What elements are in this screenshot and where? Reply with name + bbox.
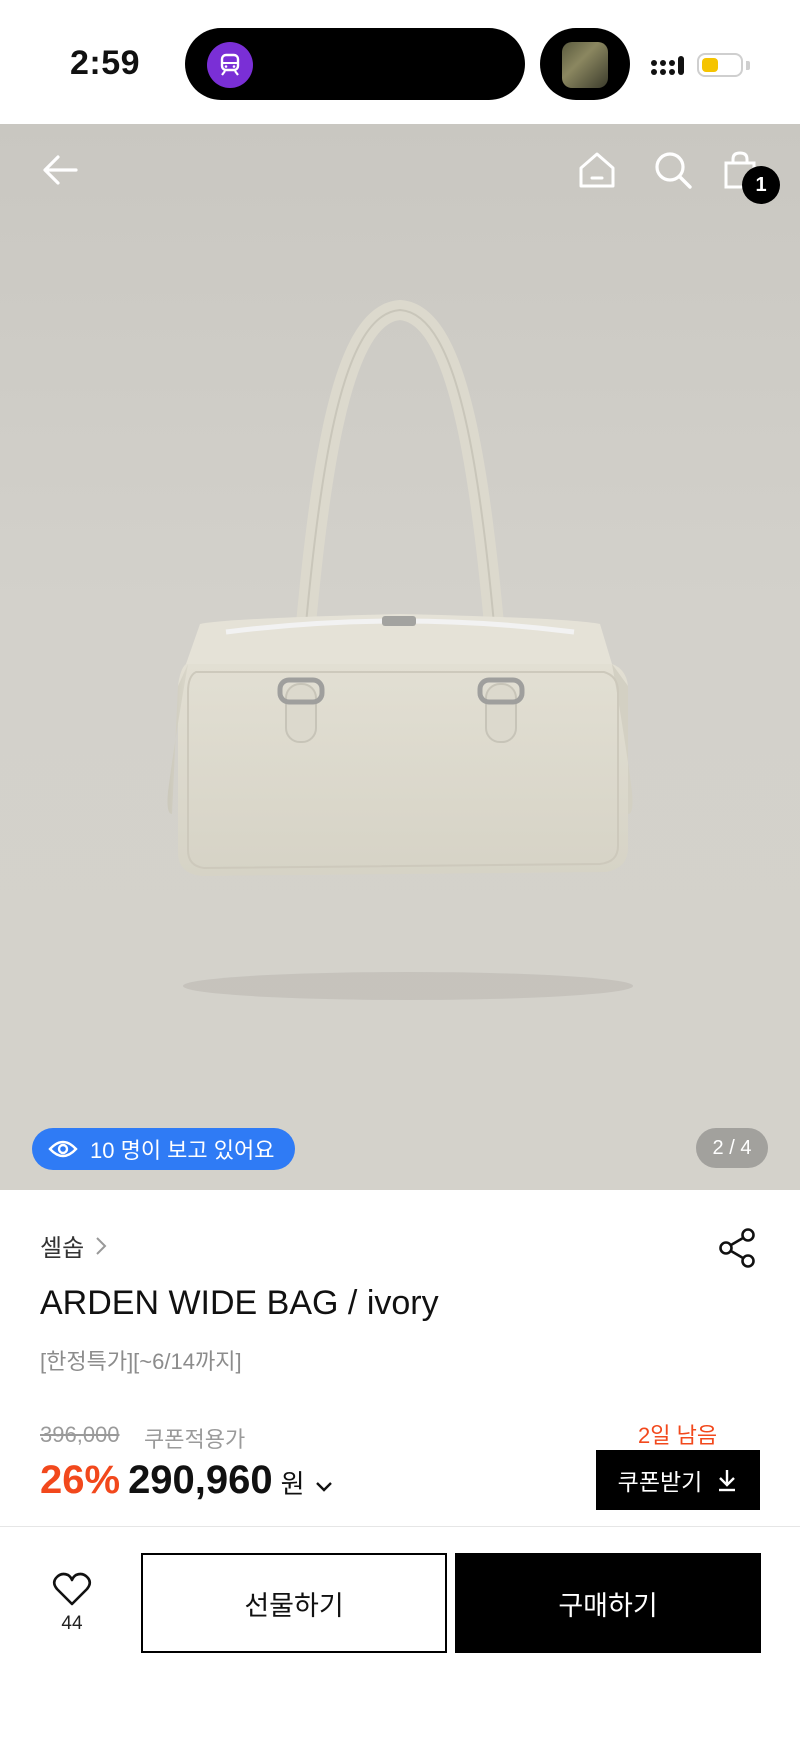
days-left-text: 2일 남음 <box>638 1423 718 1448</box>
train-icon <box>207 42 253 88</box>
status-bar: 2:59 <box>0 0 800 124</box>
battery-icon <box>697 53 743 77</box>
album-art <box>562 42 608 88</box>
home-icon <box>579 152 615 188</box>
coupon-price-label: 쿠폰적용가 <box>144 1427 246 1452</box>
product-title: ARDEN WIDE BAG / ivory <box>40 1284 439 1322</box>
sale-price: 290,960 <box>128 1458 273 1502</box>
brand-link[interactable]: 셀솝 <box>40 1228 108 1263</box>
chevron-down-icon[interactable] <box>315 1481 333 1493</box>
original-price: 396,000 <box>40 1422 120 1447</box>
product-image-carousel[interactable]: 1 10 명이 보고 있어요 2 / 4 <box>0 124 800 1190</box>
cart-count-badge: 1 <box>742 166 780 204</box>
dynamic-island[interactable] <box>185 28 525 100</box>
product-info: 셀솝 ARDEN WIDE BAG / ivory [한정특가][~6/14까지… <box>0 1190 800 1526</box>
viewers-badge: 10 명이 보고 있어요 <box>32 1128 295 1170</box>
search-icon <box>655 152 692 189</box>
signal-icon <box>651 56 684 75</box>
gift-button[interactable]: 선물하기 <box>141 1553 447 1653</box>
like-button[interactable]: 44 <box>40 1571 104 1635</box>
buy-button[interactable]: 구매하기 <box>455 1553 761 1653</box>
brand-name: 셀솝 <box>40 1235 85 1262</box>
viewers-text: 10 명이 보고 있어요 <box>90 1138 275 1163</box>
download-coupon-button[interactable]: 쿠폰받기 <box>596 1450 760 1510</box>
search-button[interactable] <box>645 142 701 198</box>
like-count: 44 <box>61 1613 83 1634</box>
product-subtitle: [한정특가][~6/14까지] <box>40 1349 242 1374</box>
download-icon <box>719 1470 736 1492</box>
eye-icon <box>48 1140 78 1158</box>
share-icon <box>719 1228 755 1268</box>
home-button[interactable] <box>569 142 625 198</box>
image-page-indicator: 2 / 4 <box>696 1128 768 1168</box>
bottom-action-bar: 44 선물하기 구매하기 <box>0 1527 800 1740</box>
status-time: 2:59 <box>70 44 141 82</box>
now-playing-island[interactable] <box>540 28 630 100</box>
product-photo-bag <box>167 299 633 1000</box>
discount-rate: 26% <box>40 1458 121 1502</box>
currency-unit: 원 <box>280 1469 305 1499</box>
price-row[interactable]: 26% 290,960 원 <box>40 1458 333 1503</box>
heart-icon <box>52 1572 92 1606</box>
chevron-right-icon <box>96 1236 107 1255</box>
arrow-left-icon <box>43 155 78 185</box>
back-button[interactable] <box>32 142 88 198</box>
coupon-button-label: 쿠폰받기 <box>617 1469 703 1495</box>
share-button[interactable] <box>716 1226 760 1270</box>
